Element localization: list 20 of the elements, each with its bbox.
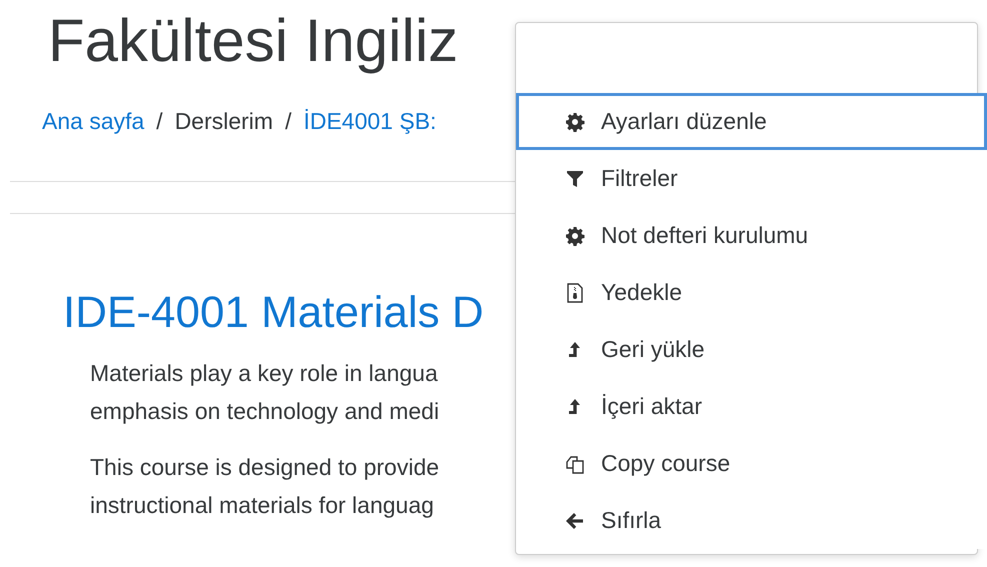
breadcrumb-link[interactable]: Ana sayfa [42,106,144,136]
gear-icon [565,226,585,246]
course-heading: IDE-4001 Materials D [63,287,484,339]
filter-icon [565,168,585,188]
paragraph-line: Materials play a key role in langua [90,359,438,388]
breadcrumb-text: / [285,107,292,136]
breadcrumb-text: / [156,107,163,136]
paragraph-line: This course is designed to provide [90,453,440,482]
page-title: Fakültesi Ingiliz [47,6,460,76]
file-icon [565,282,585,302]
paragraph-line: emphasis on technology and medi [90,397,440,426]
menu-item[interactable]: Not defteri kurulumu [516,207,987,264]
menu-item[interactable]: Ayarları düzenle [516,93,987,150]
breadcrumb-link[interactable]: İDE4001 ŞB: [303,106,436,136]
gear-icon [565,112,585,132]
breadcrumb-text: Derslerim [174,107,274,136]
menu-item[interactable]: Filtreler [516,150,987,207]
left-arrow-icon [565,510,585,530]
paragraph-line: instructional materials for languag [90,491,434,520]
copy-icon [565,454,585,474]
